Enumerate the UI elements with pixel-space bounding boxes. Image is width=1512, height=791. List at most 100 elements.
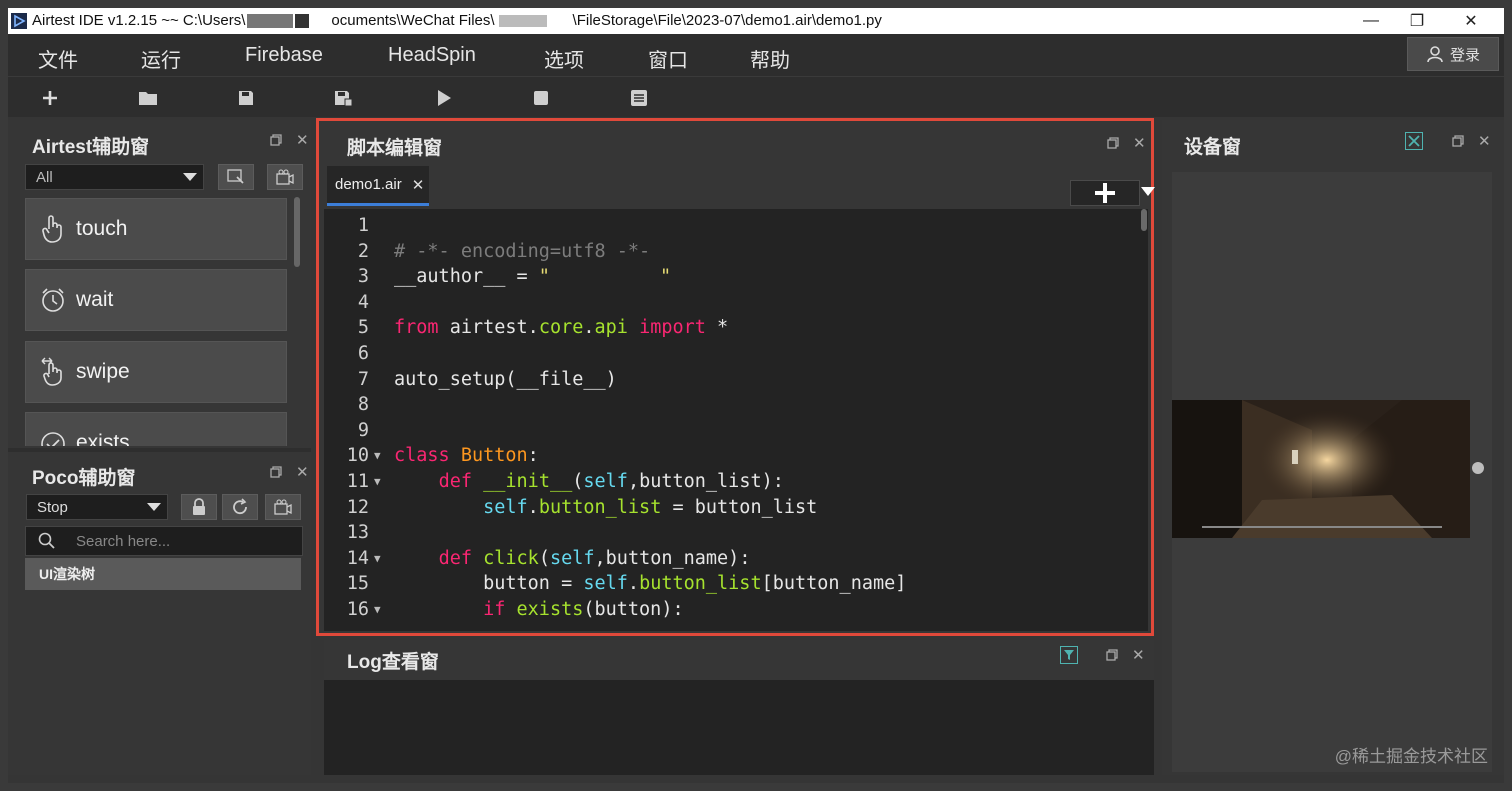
menu-bar: 文件 运行 Firebase HeadSpin 选项 窗口 帮助 登录 [8, 34, 1504, 76]
menu-headspin[interactable]: HeadSpin [388, 44, 476, 67]
lock-button[interactable] [181, 494, 217, 520]
select-area-button[interactable] [218, 164, 254, 190]
title-bar: Airtest IDE v1.2.15 ~~ C:\Users\ ocuments… [8, 8, 1504, 34]
tab-list-dropdown-icon[interactable] [1141, 187, 1155, 197]
check-circle-icon [41, 432, 65, 446]
airtest-panel-title: Airtest辅助窗 [32, 137, 150, 158]
fold-toggle-icon[interactable]: ▼ [374, 603, 381, 616]
camera-icon [274, 499, 292, 515]
swipe-hand-icon [41, 357, 62, 386]
refresh-icon [233, 498, 247, 515]
touch-hand-icon [42, 215, 62, 243]
device-tools-icon[interactable] [1405, 132, 1423, 150]
panel-divider [8, 448, 311, 452]
close-window-button[interactable]: ✕ [1448, 8, 1494, 34]
new-icon[interactable] [38, 86, 62, 110]
float-log-icon[interactable] [1106, 649, 1118, 661]
log-filter-icon[interactable] [1060, 646, 1078, 664]
new-tab-button[interactable] [1070, 180, 1140, 206]
api-exists-label: exists [76, 431, 130, 446]
run-icon[interactable] [432, 86, 456, 110]
close-device-icon[interactable]: ✕ [1478, 132, 1491, 150]
script-editor-panel: 脚本编辑窗 ✕ demo1.air ✕ 1 2 # -*- encoding=ut… [316, 118, 1155, 636]
menu-run[interactable]: 运行 [141, 44, 181, 73]
plus-icon [1095, 183, 1115, 203]
api-touch-label: touch [76, 217, 128, 240]
device-panel-title: 设备窗 [1184, 137, 1242, 158]
restore-button[interactable]: ❐ [1394, 8, 1440, 34]
search-icon [38, 532, 55, 549]
stop-icon[interactable] [529, 86, 553, 110]
device-handle-dot[interactable] [1472, 462, 1484, 474]
menu-help[interactable]: 帮助 [750, 44, 790, 73]
game-scene-image [1172, 400, 1470, 538]
code-line: 16 ▼ if exists(button): [346, 599, 684, 620]
poco-search-input[interactable]: Search here... [25, 526, 303, 556]
float-editor-icon[interactable] [1107, 137, 1119, 149]
open-folder-icon[interactable] [136, 86, 160, 110]
code-line: 8 [357, 394, 369, 416]
menu-firebase[interactable]: Firebase [245, 44, 323, 67]
code-line: 13 [346, 522, 369, 544]
tab-demo1-air[interactable]: demo1.air ✕ [327, 166, 429, 206]
lock-icon [193, 498, 205, 515]
code-area[interactable]: 1 2 # -*- encoding=utf8 -*- 3 __author__ =… [324, 209, 1148, 631]
menu-file[interactable]: 文件 [38, 44, 78, 73]
float-panel-icon[interactable] [270, 134, 282, 146]
editor-tab-bar: demo1.air ✕ [324, 163, 1155, 209]
api-wait-item[interactable]: wait [25, 269, 287, 331]
window-title: Airtest IDE v1.2.15 ~~ C:\Users\ ocuments… [32, 12, 882, 29]
chevron-down-icon [183, 173, 197, 181]
fold-toggle-icon[interactable]: ▼ [374, 449, 381, 462]
alarm-clock-icon [42, 288, 64, 312]
toolbar [8, 76, 1504, 117]
menu-options[interactable]: 选项 [544, 44, 584, 73]
poco-record-button[interactable] [265, 494, 301, 520]
fold-toggle-icon[interactable]: ▼ [374, 552, 381, 565]
code-line: 12 self.button_list = button_list [346, 496, 818, 518]
refresh-button[interactable] [222, 494, 258, 520]
close-log-icon[interactable]: ✕ [1132, 646, 1145, 664]
code-line: 15 button = self.button_list[button_name… [346, 573, 907, 595]
code-line: 11 ▼ def __init__(self,button_list): [346, 471, 784, 492]
poco-search-placeholder: Search here... [76, 532, 171, 550]
code-line: 3 __author__ = " " [357, 266, 672, 288]
save-as-icon[interactable] [331, 86, 355, 110]
code-line: 10 ▼ class Button: [346, 445, 539, 467]
api-touch-item[interactable]: touch [25, 198, 287, 260]
api-swipe-label: swipe [76, 360, 130, 383]
close-panel-icon[interactable]: ✕ [296, 131, 309, 149]
close-tab-icon[interactable]: ✕ [412, 176, 425, 194]
airtest-api-list: touch wait swipe exists [8, 196, 311, 446]
close-editor-icon[interactable]: ✕ [1133, 134, 1146, 152]
left-assistant-panels: Airtest辅助窗 ✕ All touch wait swipe exists… [8, 120, 311, 775]
watermark: @稀土掘金技术社区 [1334, 747, 1488, 766]
api-wait-label: wait [76, 288, 114, 311]
airtest-filter-value: All [36, 168, 53, 186]
fold-toggle-icon[interactable]: ▼ [374, 475, 381, 488]
log-output[interactable] [324, 680, 1154, 775]
poco-mode-value: Stop [37, 498, 68, 516]
float-device-icon[interactable] [1452, 135, 1464, 147]
save-icon[interactable] [234, 86, 258, 110]
log-report-icon[interactable] [627, 86, 651, 110]
code-scrollbar[interactable] [1141, 209, 1147, 231]
float-poco-panel-icon[interactable] [270, 466, 282, 478]
ui-tree-root[interactable]: UI渲染树 [25, 558, 301, 590]
close-poco-panel-icon[interactable]: ✕ [296, 463, 309, 481]
poco-mode-select[interactable]: Stop [26, 494, 168, 520]
code-line: 5 from airtest.core.api import * [357, 317, 729, 339]
api-list-scrollbar[interactable] [294, 197, 300, 267]
user-icon [1427, 46, 1443, 63]
log-panel-title: Log查看窗 [347, 652, 439, 673]
minimize-button[interactable]: — [1348, 8, 1394, 34]
api-exists-item[interactable]: exists [25, 412, 287, 446]
login-button[interactable]: 登录 [1407, 37, 1499, 71]
airtest-filter-select[interactable]: All [25, 164, 204, 190]
log-panel: Log查看窗 ✕ [324, 640, 1154, 775]
device-screenshot[interactable] [1172, 400, 1470, 538]
record-button[interactable] [267, 164, 303, 190]
api-swipe-item[interactable]: swipe [25, 341, 287, 403]
menu-window[interactable]: 窗口 [648, 44, 688, 73]
code-line: 14 ▼ def click(self,button_name): [346, 547, 751, 569]
